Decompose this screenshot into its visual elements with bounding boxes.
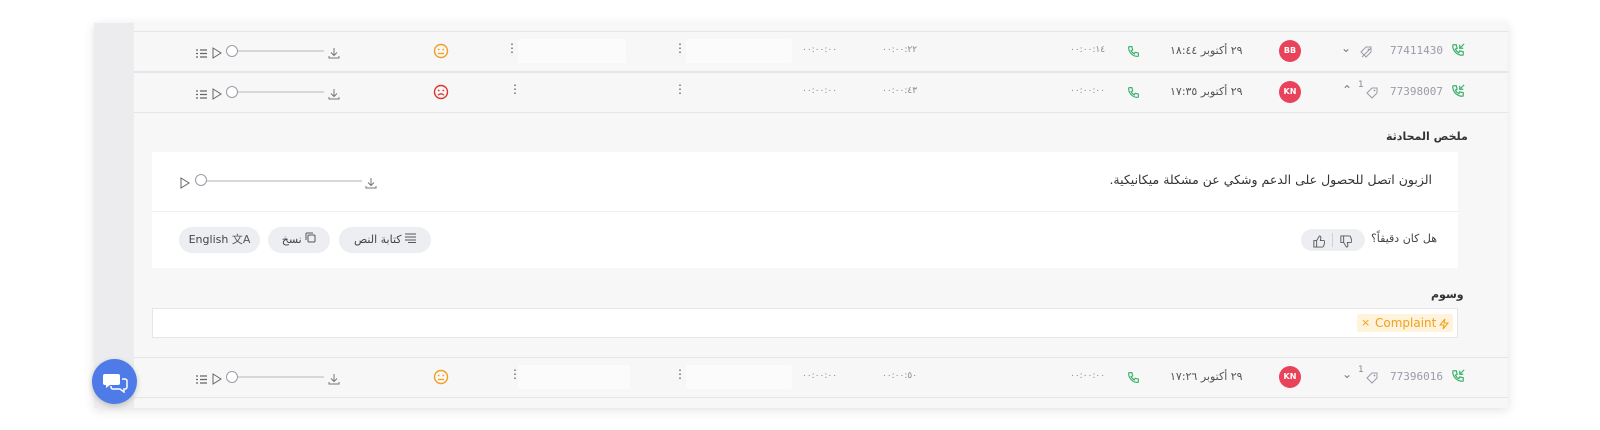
chevron-up-icon[interactable]: ⌃ (1342, 83, 1352, 97)
feedback-divider (1332, 233, 1333, 247)
playback-knob[interactable] (226, 45, 238, 57)
chevron-down-icon[interactable]: ⌄ (1342, 367, 1352, 381)
placeholder-field (518, 365, 630, 389)
summary-playback-knob[interactable] (195, 174, 207, 186)
more-icon[interactable]: ⋮ (674, 82, 686, 96)
tag-count: 1 (1358, 365, 1364, 375)
phone-number: 77411430 (1390, 44, 1443, 57)
avatar: KN (1279, 81, 1301, 103)
playback-knob[interactable] (226, 86, 238, 98)
hold-duration: ٠٠:٠٠:٠٠ (802, 45, 838, 55)
feedback-group (1301, 229, 1365, 251)
thumbs-up-icon[interactable] (1312, 233, 1326, 252)
talk-duration: ٠٠:٠٠:٤٣ (882, 86, 918, 96)
playback-knob[interactable] (226, 371, 238, 383)
neutral-face-icon (433, 369, 449, 389)
more-icon[interactable]: ⋮ (509, 82, 521, 96)
translate-button[interactable]: English 文A (179, 227, 260, 253)
ring-duration: ٠٠:٠٠:٠٠ (1070, 371, 1106, 381)
copy-icon (305, 227, 316, 253)
transcript-button[interactable]: كتابة النص (339, 227, 431, 253)
play-icon[interactable] (180, 174, 190, 193)
tag-icon[interactable] (1360, 43, 1372, 62)
download-icon[interactable] (328, 370, 340, 389)
summary-actions: هل كان دقيقاً؟ كتابة النص نسخ English 文A (152, 212, 1458, 268)
chevron-down-icon[interactable]: ⌄ (1341, 41, 1351, 55)
avatar: KN (1279, 366, 1301, 388)
list-icon[interactable] (196, 85, 207, 104)
transcript-label: كتابة النص (353, 233, 402, 246)
play-icon[interactable] (212, 370, 222, 389)
table-row[interactable]: 77411430 ⌄ BB ٢٩ أكتوبر ١٨:٤٤ ٠٠:٠٠:١٤ ٠… (134, 31, 1508, 72)
table-row[interactable]: 77398007 1 ⌃ KN ٢٩ أكتوبر ١٧:٣٥ ٠٠:٠٠:٠٠… (134, 72, 1508, 113)
more-icon[interactable]: ⋮ (674, 41, 686, 55)
more-icon[interactable]: ⋮ (674, 367, 686, 381)
summary-box: الزبون اتصل للحصول على الدعم وشكي عن مشك… (152, 152, 1458, 212)
sad-face-icon (433, 84, 449, 104)
tag-icon[interactable] (1366, 369, 1378, 388)
incoming-call-icon (1451, 83, 1465, 102)
incoming-call-icon (1451, 42, 1465, 61)
tag-chip[interactable]: × Complaint (1357, 314, 1453, 332)
table-row[interactable]: 77396016 1 ⌄ KN ٢٩ أكتوبر ١٧:٢٦ ٠٠:٠٠:٠٠… (134, 357, 1508, 398)
copy-button[interactable]: نسخ (268, 227, 330, 253)
phone-number: 77398007 (1390, 85, 1443, 98)
call-date: ٢٩ أكتوبر ١٧:٣٥ (1170, 85, 1243, 98)
phone-icon (1127, 369, 1140, 388)
tags-field[interactable]: × Complaint (152, 308, 1458, 338)
phone-number: 77396016 (1390, 370, 1443, 383)
play-icon[interactable] (212, 44, 222, 63)
tag-remove-icon[interactable]: × (1361, 314, 1370, 332)
placeholder-field (686, 39, 792, 63)
copy-label: نسخ (281, 233, 302, 246)
tag-label: Complaint (1375, 316, 1437, 330)
playback-track[interactable] (230, 376, 324, 378)
play-icon[interactable] (212, 85, 222, 104)
lines-icon (405, 227, 417, 253)
avatar: BB (1279, 40, 1301, 62)
chat-icon (102, 371, 128, 397)
accuracy-question: هل كان دقيقاً؟ (1370, 232, 1437, 245)
phone-icon (1127, 43, 1140, 62)
tag-icon[interactable] (1366, 84, 1378, 103)
download-icon[interactable] (328, 44, 340, 63)
tags-title: وسوم (1431, 288, 1464, 301)
incoming-call-icon (1451, 368, 1465, 387)
lightning-icon (1438, 317, 1450, 335)
translate-icon: 文A (231, 233, 251, 246)
summary-text: الزبون اتصل للحصول على الدعم وشكي عن مشك… (1109, 172, 1432, 187)
talk-duration: ٠٠:٠٠:٥٠ (882, 371, 918, 381)
call-date: ٢٩ أكتوبر ١٧:٢٦ (1170, 370, 1243, 383)
phone-icon (1127, 84, 1140, 103)
ring-duration: ٠٠:٠٠:٠٠ (1070, 86, 1106, 96)
list-icon[interactable] (196, 370, 207, 389)
call-date: ٢٩ أكتوبر ١٨:٤٤ (1170, 44, 1243, 57)
placeholder-field (518, 39, 626, 63)
download-icon[interactable] (365, 174, 377, 193)
placeholder-field (686, 365, 792, 389)
more-icon[interactable]: ⋮ (509, 367, 521, 381)
playback-track[interactable] (230, 50, 324, 52)
tag-count: 1 (1358, 80, 1364, 90)
neutral-face-icon (433, 43, 449, 63)
ring-duration: ٠٠:٠٠:١٤ (1070, 45, 1106, 55)
thumbs-down-icon[interactable] (1339, 233, 1353, 252)
summary-playback-track[interactable] (200, 180, 362, 182)
more-icon[interactable]: ⋮ (506, 41, 518, 55)
chat-support-button[interactable] (92, 359, 137, 404)
download-icon[interactable] (328, 85, 340, 104)
translate-label: English (188, 233, 229, 246)
hold-duration: ٠٠:٠٠:٠٠ (802, 86, 838, 96)
talk-duration: ٠٠:٠٠:٢٢ (882, 45, 918, 55)
left-strip (94, 23, 134, 408)
hold-duration: ٠٠:٠٠:٠٠ (802, 371, 838, 381)
summary-title: ملخص المحادثة (1386, 130, 1468, 143)
list-icon[interactable] (196, 44, 207, 63)
playback-track[interactable] (230, 91, 324, 93)
